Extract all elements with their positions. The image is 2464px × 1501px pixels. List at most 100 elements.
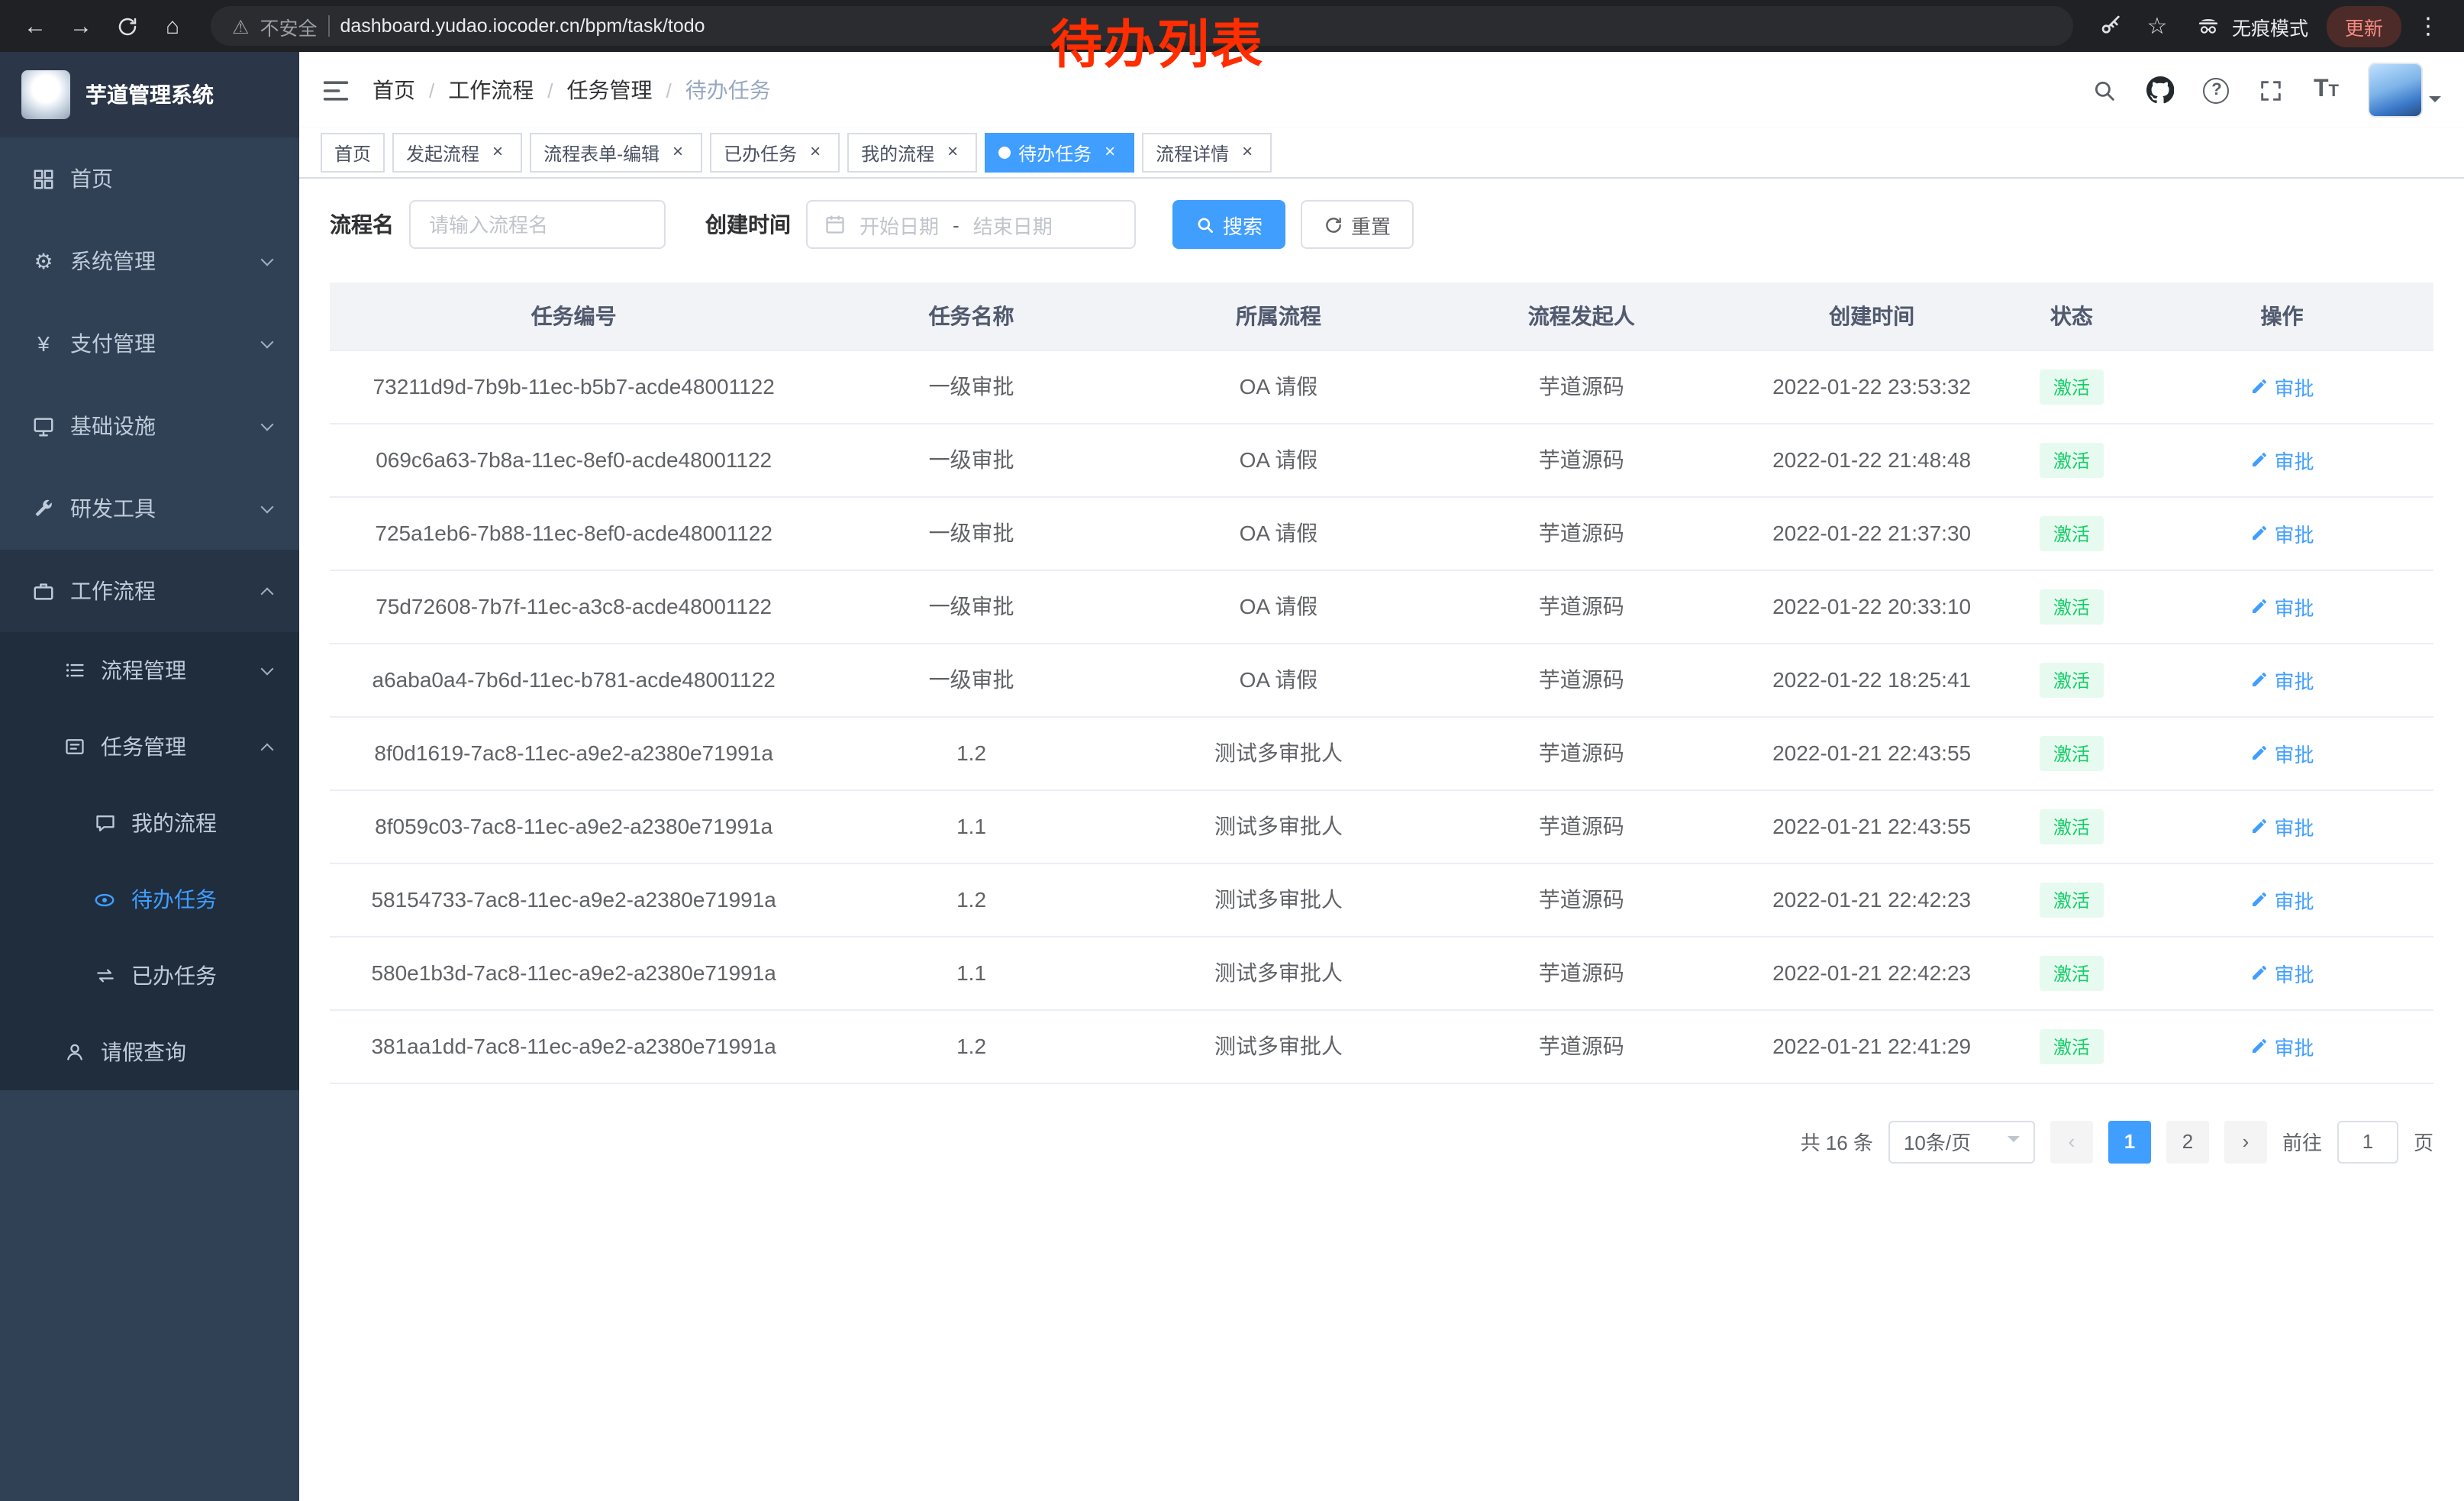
task-starter: 芋道源码	[1432, 716, 1730, 789]
date-range-picker[interactable]: 开始日期 - 结束日期	[806, 200, 1136, 249]
task-id: 8f0d1619-7ac8-11ec-a9e2-a2380e71991a	[330, 716, 818, 789]
next-page-button[interactable]: ›	[2224, 1120, 2267, 1163]
bookmark-star-icon[interactable]: ☆	[2137, 6, 2177, 46]
browser-menu-icon[interactable]: ⋮	[2408, 12, 2449, 40]
tab-done-tasks[interactable]: 已办任务 ×	[710, 133, 840, 173]
tab-process-detail[interactable]: 流程详情 ×	[1142, 133, 1272, 173]
approve-button[interactable]: 审批	[2250, 738, 2314, 767]
password-key-icon[interactable]	[2091, 6, 2131, 46]
reload-icon[interactable]	[107, 6, 147, 46]
sidebar-item-payment[interactable]: ¥ 支付管理	[0, 302, 299, 385]
sidebar-item-leave-query[interactable]: 请假查询	[0, 1014, 299, 1090]
task-time: 2022-01-22 18:25:41	[1730, 643, 2012, 716]
task-time: 2022-01-22 20:33:10	[1730, 570, 2012, 643]
sidebar-item-process-management[interactable]: 流程管理	[0, 632, 299, 709]
total-count: 共 16 条	[1801, 1127, 1873, 1156]
github-icon[interactable]	[2147, 76, 2175, 104]
end-date-placeholder: 结束日期	[973, 210, 1053, 239]
breadcrumb-workflow[interactable]: 工作流程	[448, 75, 534, 105]
sidebar-item-workflow[interactable]: 工作流程	[0, 550, 299, 632]
approve-button[interactable]: 审批	[2250, 445, 2314, 474]
tab-todo-tasks[interactable]: 待办任务 ×	[985, 133, 1134, 173]
address-bar[interactable]: ⚠ 不安全 dashboard.yudao.iocoder.cn/bpm/tas…	[211, 6, 2073, 46]
tab-form-edit[interactable]: 流程表单-编辑 ×	[530, 133, 702, 173]
home-icon[interactable]: ⌂	[153, 6, 192, 46]
chevron-down-icon	[261, 662, 274, 675]
chevron-down-icon	[261, 335, 274, 348]
sidebar-item-task-management[interactable]: 任务管理	[0, 709, 299, 785]
pencil-icon	[2250, 670, 2269, 689]
task-name: 一级审批	[818, 570, 1124, 643]
caret-down-icon	[2429, 96, 2441, 108]
help-icon[interactable]: ?	[2204, 77, 2230, 103]
close-icon[interactable]: ×	[805, 142, 826, 163]
incognito-icon	[2195, 13, 2221, 39]
process-name-input[interactable]	[409, 200, 666, 249]
swap-arrows-icon	[92, 965, 118, 986]
table-row: 73211d9d-7b9b-11ec-b5b7-acde48001122 一级审…	[330, 350, 2433, 423]
close-icon[interactable]: ×	[667, 142, 689, 163]
status-badge: 激活	[2040, 442, 2104, 477]
goto-page-input[interactable]	[2337, 1120, 2398, 1163]
forward-icon[interactable]: →	[61, 6, 101, 46]
sidebar-item-devtools[interactable]: 研发工具	[0, 467, 299, 550]
app-logo: 芋道管理系统	[0, 52, 299, 137]
status-badge: 激活	[2040, 882, 2104, 917]
task-process: OA 请假	[1125, 643, 1432, 716]
approve-button[interactable]: 审批	[2250, 592, 2314, 621]
tab-home[interactable]: 首页	[321, 133, 385, 173]
table-row: 381aa1dd-7ac8-11ec-a9e2-a2380e71991a 1.2…	[330, 1009, 2433, 1083]
breadcrumb-separator: /	[429, 79, 434, 102]
sidebar-item-my-process[interactable]: 我的流程	[0, 785, 299, 861]
sidebar-item-infrastructure[interactable]: 基础设施	[0, 385, 299, 467]
approve-button[interactable]: 审批	[2250, 958, 2314, 987]
close-icon[interactable]: ×	[1099, 142, 1121, 163]
close-icon[interactable]: ×	[487, 142, 508, 163]
update-button[interactable]: 更新	[2327, 5, 2401, 47]
sidebar-item-todo-tasks[interactable]: 待办任务	[0, 861, 299, 938]
chevron-down-icon	[261, 418, 274, 431]
table-row: a6aba0a4-7b6d-11ec-b781-acde48001122 一级审…	[330, 643, 2433, 716]
task-name: 一级审批	[818, 496, 1124, 570]
breadcrumb-current: 待办任务	[685, 75, 771, 105]
start-date-placeholder: 开始日期	[859, 210, 939, 239]
reset-button[interactable]: 重置	[1301, 200, 1414, 249]
filter-bar: 流程名 创建时间 开始日期 - 结束日期 搜索 重	[330, 200, 2433, 249]
search-icon[interactable]	[2092, 77, 2118, 103]
search-button[interactable]: 搜索	[1172, 200, 1285, 249]
task-id: 580e1b3d-7ac8-11ec-a9e2-a2380e71991a	[330, 936, 818, 1009]
approve-button[interactable]: 审批	[2250, 1031, 2314, 1060]
avatar[interactable]	[2368, 63, 2423, 118]
task-name: 1.1	[818, 936, 1124, 1009]
approve-button[interactable]: 审批	[2250, 372, 2314, 401]
sidebar-item-label: 我的流程	[131, 808, 272, 838]
page-button-1[interactable]: 1	[2108, 1120, 2151, 1163]
sidebar-collapse-icon[interactable]	[322, 79, 350, 102]
goto-label: 前往	[2282, 1127, 2322, 1156]
sidebar-item-home[interactable]: 首页	[0, 137, 299, 220]
approve-button[interactable]: 审批	[2250, 518, 2314, 547]
breadcrumb-home[interactable]: 首页	[373, 75, 415, 105]
fullscreen-icon[interactable]	[2259, 77, 2285, 103]
close-icon[interactable]: ×	[1237, 142, 1258, 163]
close-icon[interactable]: ×	[942, 142, 963, 163]
tab-start-process[interactable]: 发起流程 ×	[392, 133, 522, 173]
pencil-icon	[2250, 377, 2269, 395]
approve-button[interactable]: 审批	[2250, 812, 2314, 841]
task-time: 2022-01-21 22:42:23	[1730, 936, 2012, 1009]
page-size-select[interactable]: 10条/页	[1888, 1120, 2035, 1163]
dashboard-icon	[31, 167, 56, 190]
approve-button[interactable]: 审批	[2250, 665, 2314, 694]
breadcrumb-task-management[interactable]: 任务管理	[567, 75, 653, 105]
sidebar-item-done-tasks[interactable]: 已办任务	[0, 938, 299, 1014]
approve-button[interactable]: 审批	[2250, 885, 2314, 914]
prev-page-button[interactable]: ‹	[2050, 1120, 2093, 1163]
sidebar-item-system[interactable]: ⚙ 系统管理	[0, 220, 299, 302]
user-menu[interactable]	[2368, 63, 2441, 118]
task-time: 2022-01-21 22:42:23	[1730, 863, 2012, 936]
tab-my-process[interactable]: 我的流程 ×	[847, 133, 977, 173]
font-size-icon[interactable]: TT	[2314, 76, 2339, 104]
task-time: 2022-01-21 22:43:55	[1730, 789, 2012, 863]
back-icon[interactable]: ←	[15, 6, 55, 46]
page-button-2[interactable]: 2	[2166, 1120, 2209, 1163]
